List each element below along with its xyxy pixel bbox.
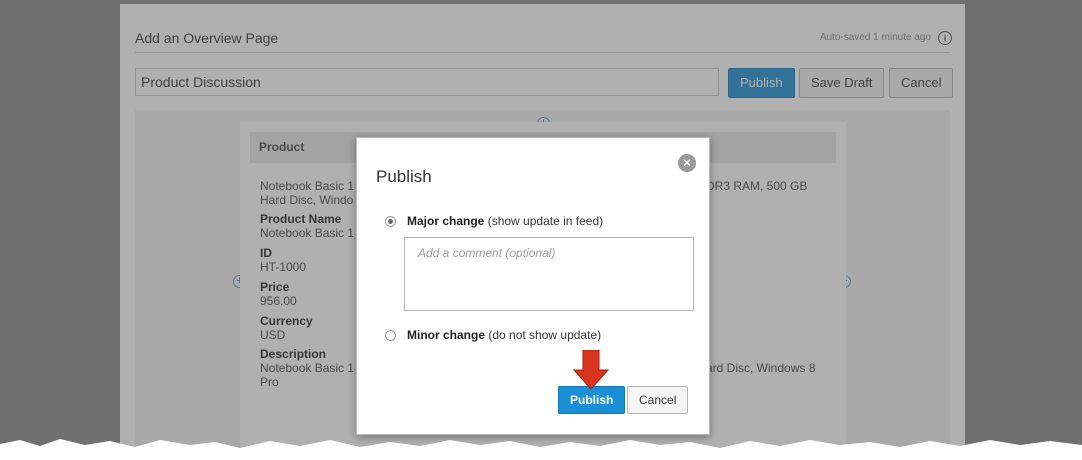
down-arrow-icon <box>573 350 609 390</box>
minor-change-hint: (do not show update) <box>488 328 602 342</box>
minor-change-label: Minor change <box>407 328 486 342</box>
major-change-option[interactable]: Major change (show update in feed) <box>407 214 603 228</box>
minor-change-radio[interactable] <box>385 330 396 341</box>
close-icon[interactable]: × <box>678 154 696 172</box>
minor-change-option[interactable]: Minor change (do not show update) <box>407 328 601 342</box>
dialog-title: Publish <box>376 167 432 186</box>
dialog-publish-button[interactable]: Publish <box>558 386 626 414</box>
major-change-label: Major change <box>407 214 485 228</box>
major-change-radio[interactable] <box>385 216 396 227</box>
publish-dialog: Publish × Major change (show update in f… <box>356 137 710 435</box>
torn-edge <box>0 439 1082 460</box>
comment-input[interactable]: Add a comment (optional) <box>404 237 694 311</box>
dialog-cancel-button[interactable]: Cancel <box>627 386 689 414</box>
major-change-hint: (show update in feed) <box>487 214 604 228</box>
